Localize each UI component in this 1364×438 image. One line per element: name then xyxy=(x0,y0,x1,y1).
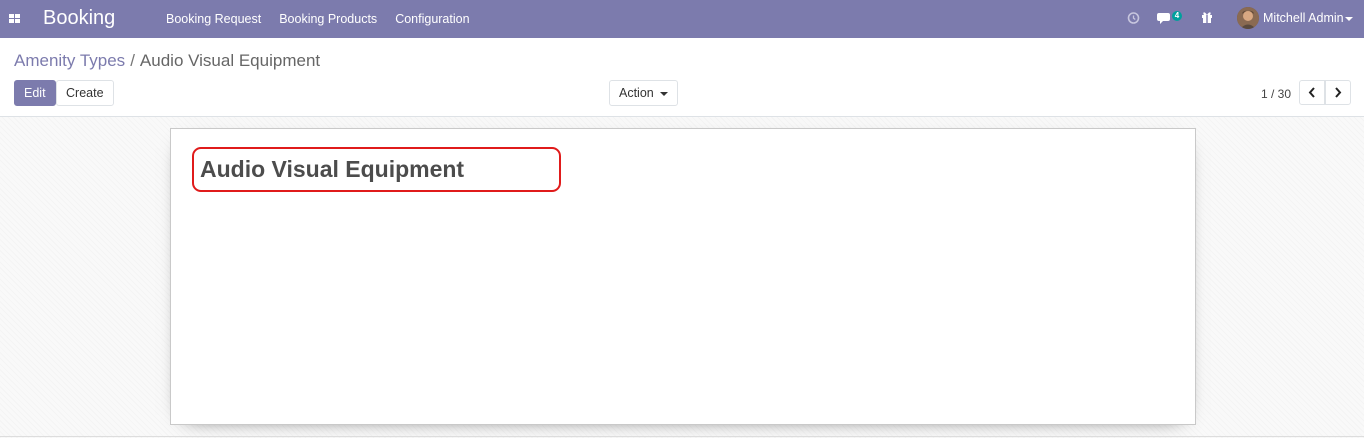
breadcrumb-current: Audio Visual Equipment xyxy=(139,51,321,70)
edit-button[interactable]: Edit xyxy=(14,80,56,106)
app-name[interactable]: Booking xyxy=(43,6,115,30)
menu-booking-products[interactable]: Booking Products xyxy=(279,0,377,38)
form-sheet: Audio Visual Equipment xyxy=(170,128,1196,425)
breadcrumb: Amenity Types / Audio Visual Equipment xyxy=(14,51,320,71)
breadcrumb-amenity-types[interactable]: Amenity Types xyxy=(14,51,125,70)
pager-previous-button[interactable] xyxy=(1299,80,1325,105)
form-view: Audio Visual Equipment xyxy=(0,117,1364,438)
pager-value[interactable]: 1 / 30 xyxy=(1261,87,1291,101)
divider xyxy=(0,436,1364,437)
chat-icon[interactable] xyxy=(1157,12,1172,25)
breadcrumb-separator: / xyxy=(130,51,135,70)
action-label: Action xyxy=(619,86,654,100)
user-avatar[interactable] xyxy=(1237,7,1259,29)
chevron-down-icon[interactable] xyxy=(1345,17,1353,21)
menu-configuration[interactable]: Configuration xyxy=(395,0,469,38)
control-panel: Amenity Types / Audio Visual Equipment Edi… xyxy=(0,38,1364,117)
messages-count-badge: 4 xyxy=(1172,11,1182,21)
chevron-left-icon xyxy=(1308,87,1315,98)
chevron-right-icon xyxy=(1335,87,1342,98)
name-field-highlight: Audio Visual Equipment xyxy=(192,147,561,192)
pager-next-button[interactable] xyxy=(1325,80,1351,105)
action-dropdown[interactable]: Action xyxy=(609,80,678,106)
gift-icon[interactable] xyxy=(1201,11,1213,24)
apps-grid-icon[interactable] xyxy=(8,12,22,26)
clock-icon[interactable] xyxy=(1127,11,1140,25)
caret-down-icon xyxy=(659,91,668,96)
top-navbar: Booking Booking Request Booking Products… xyxy=(0,0,1364,38)
main-menu: Booking Request Booking Products Configu… xyxy=(166,0,488,38)
user-name[interactable]: Mitchell Admin xyxy=(1263,11,1344,25)
record-name: Audio Visual Equipment xyxy=(200,156,465,182)
menu-booking-request[interactable]: Booking Request xyxy=(166,0,261,38)
create-button[interactable]: Create xyxy=(56,80,114,106)
